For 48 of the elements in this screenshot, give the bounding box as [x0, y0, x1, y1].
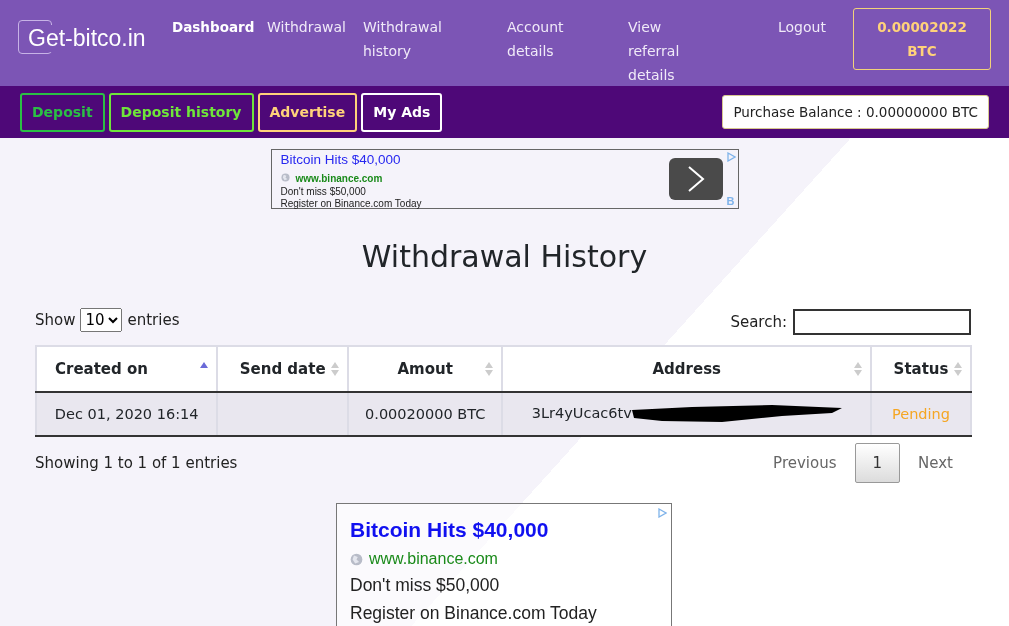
- entries-label: entries: [127, 311, 180, 329]
- globe-icon: [280, 173, 290, 183]
- ad-title[interactable]: Bitcoin Hits $40,000: [350, 518, 549, 542]
- address-text: 3Lr4yUcac6tv: [531, 405, 632, 421]
- nav-link[interactable]: Logout: [778, 8, 826, 39]
- ad-banner[interactable]: Bitcoin Hits $40,000 www.binance.com Don't miss $50,000 Register on Binance.com Today B: [270, 149, 739, 209]
- previous-button[interactable]: Previous: [755, 443, 855, 483]
- site-logo[interactable]: Get-bitco.in: [28, 24, 146, 52]
- column-header[interactable]: Address: [502, 346, 872, 392]
- column-header[interactable]: Amout: [347, 346, 503, 392]
- table-cell: Dec 01, 2020 16:14: [36, 392, 218, 436]
- ad-text: Don't miss $50,000: [350, 575, 500, 596]
- column-header[interactable]: Status: [871, 346, 971, 392]
- column-header[interactable]: Send date: [217, 346, 348, 392]
- table-info: Showing 1 to 1 of 1 entries: [35, 454, 238, 472]
- ad-url[interactable]: www.binance.com: [369, 550, 498, 568]
- globe-icon: [350, 553, 363, 567]
- next-arrow-button[interactable]: [668, 158, 723, 200]
- ad-text: Don't miss $50,000: [280, 186, 366, 198]
- ad-title[interactable]: Bitcoin Hits $40,000: [280, 153, 401, 167]
- column-header[interactable]: Created on: [36, 346, 218, 392]
- show-label: Show: [35, 311, 76, 329]
- ad-box[interactable]: Bitcoin Hits $40,000 www.binance.com Don't miss $50,000 Register on Binance.com Today: [336, 503, 672, 626]
- page-title: Withdrawal History: [361, 238, 648, 276]
- nav-link[interactable]: Account details: [507, 8, 591, 63]
- search-field[interactable]: [793, 309, 971, 335]
- nav-link[interactable]: Withdrawal: [267, 8, 346, 39]
- ad-text: Register on Binance.com Today: [350, 603, 597, 624]
- menu-button[interactable]: My Ads: [361, 92, 443, 132]
- table-cell: 0.00020000 BTC: [347, 392, 503, 436]
- ad-letter: B: [726, 195, 735, 207]
- menu-button[interactable]: Deposit: [20, 92, 105, 132]
- purchase-balance-box: Purchase Balance : 0.00000000 BTC: [722, 95, 989, 129]
- search-label: Search:: [730, 313, 787, 331]
- page-button[interactable]: 1: [854, 443, 901, 483]
- nav-link[interactable]: Withdrawal history: [363, 8, 447, 63]
- nav-link[interactable]: Dashboard: [172, 8, 255, 39]
- balance-box[interactable]: 0.00002022 BTC: [853, 8, 991, 70]
- ad-url[interactable]: www.binance.com: [295, 173, 383, 185]
- nav-link[interactable]: View referral details: [628, 8, 712, 87]
- page-size-select[interactable]: 10: [80, 308, 123, 332]
- menu-button[interactable]: Advertise: [257, 92, 358, 132]
- adchoices-icon[interactable]: [657, 508, 667, 518]
- next-button[interactable]: Next: [900, 443, 971, 483]
- ad-text: Register on Binance.com Today: [280, 198, 422, 210]
- adchoices-icon[interactable]: [725, 152, 736, 162]
- status-cell: Pending: [871, 392, 971, 436]
- menu-button[interactable]: Deposit history: [108, 92, 254, 132]
